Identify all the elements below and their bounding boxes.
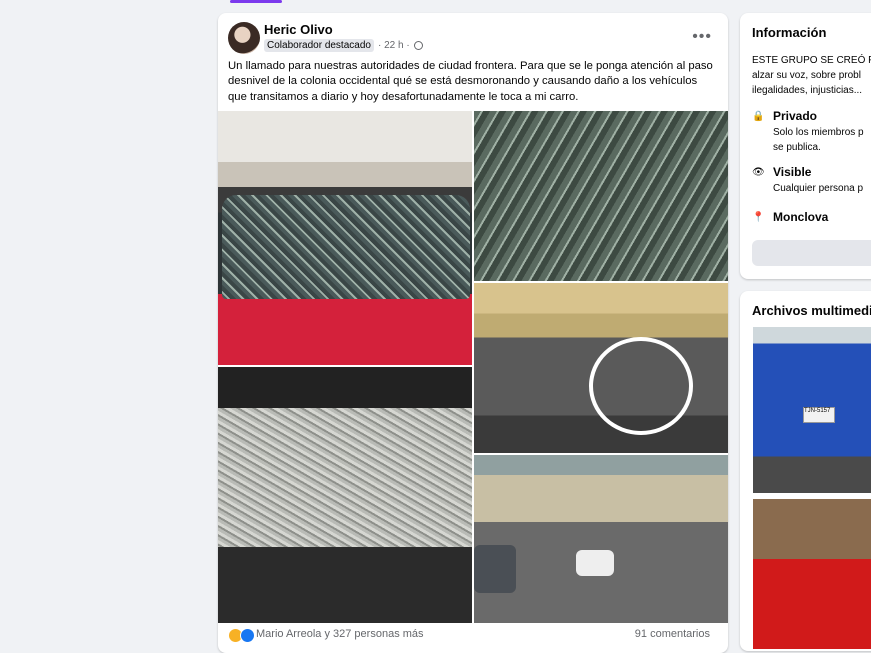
location-pin-icon: 📍 (752, 212, 765, 223)
photo-windshield-inside[interactable] (218, 367, 472, 623)
contributor-badge[interactable]: Colaborador destacado (264, 39, 374, 52)
comments-count[interactable]: 91 comentarios (635, 628, 710, 640)
like-reaction-icon (240, 628, 255, 643)
info-title: Información (752, 25, 827, 40)
active-tab-indicator (230, 0, 282, 3)
car-left (474, 545, 516, 593)
reactions-count[interactable]: Mario Arreola y 327 personas más (256, 628, 424, 640)
desc-line: alzar su voz, sobre probl (752, 70, 861, 81)
more-icon[interactable]: ••• (692, 28, 712, 46)
car-white (576, 550, 614, 576)
eye-icon: 👁 (752, 167, 765, 178)
desc-line[interactable]: ilegalidades, injusticias... (752, 83, 871, 98)
privacy-line: Solo los miembros p (773, 127, 864, 138)
license-plate: TJN-5157 (803, 407, 835, 423)
post-text: Un llamado para nuestras autoridades de … (228, 60, 713, 103)
photo-bridge-underside[interactable] (474, 283, 728, 453)
privacy-desc: Solo los miembros p se publica. (773, 125, 864, 155)
globe-icon (413, 41, 423, 50)
post-meta: Colaborador destacado · 22 h · (264, 39, 423, 52)
post-time[interactable]: · 22 h · (378, 40, 410, 51)
photo-underpass-street[interactable] (474, 455, 728, 623)
media-card: Archivos multimedia TJN-5157 (740, 291, 871, 651)
post-header: Heric Olivo Colaborador destacado · 22 h… (228, 22, 718, 56)
visibility-desc: Cualquier persona p (773, 183, 864, 194)
shattered-glass (222, 195, 470, 299)
privacy-line: se publica. (773, 142, 821, 153)
privacy-title: Privado (773, 109, 818, 123)
avatar[interactable] (228, 22, 260, 54)
desc-line: ESTE GRUPO SE CREÓ PA (752, 55, 871, 66)
left-gutter (0, 12, 205, 644)
photo-cracked-glass-closeup[interactable] (474, 111, 728, 281)
lock-icon: 🔒 (752, 111, 765, 122)
dashboard (218, 547, 472, 623)
group-info-card: Información ESTE GRUPO SE CREÓ PA alzar … (740, 13, 871, 279)
visibility-title: Visible (773, 165, 812, 179)
media-thumb-machinery[interactable] (753, 499, 871, 649)
author-name[interactable]: Heric Olivo (264, 22, 333, 37)
group-post: Heric Olivo Colaborador destacado · 22 h… (218, 13, 728, 653)
top-nav-strip (0, 0, 871, 12)
location-name[interactable]: Monclova (773, 210, 828, 224)
reaction-icons[interactable] (228, 628, 255, 643)
info-action-button[interactable] (752, 240, 871, 266)
reactions-bar: Mario Arreola y 327 personas más 91 come… (228, 628, 718, 644)
media-title: Archivos multimedia (752, 303, 871, 318)
group-description: ESTE GRUPO SE CREÓ PA alzar su voz, sobr… (752, 53, 871, 98)
media-thumb-blue-car[interactable]: TJN-5157 (753, 327, 871, 493)
drawn-circle (589, 337, 693, 435)
photo-rear-window[interactable] (218, 111, 472, 365)
